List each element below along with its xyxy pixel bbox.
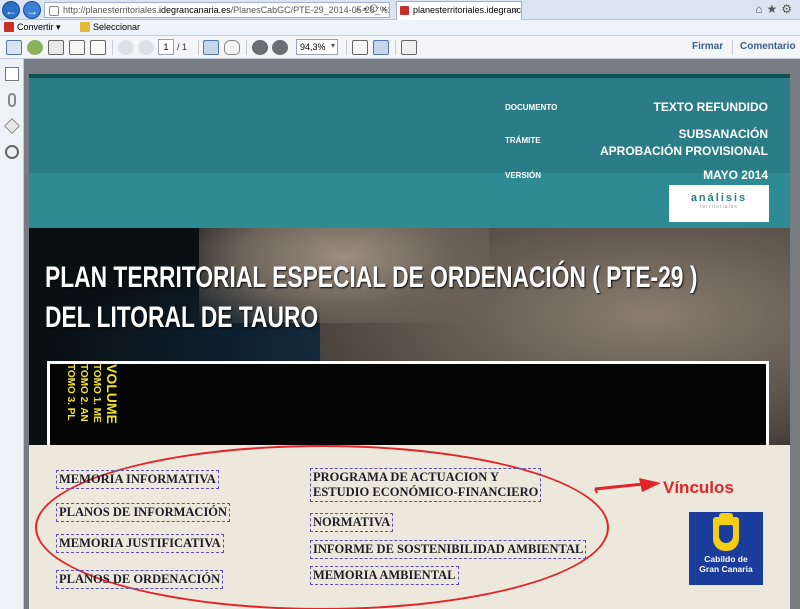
layers-icon[interactable]: [4, 118, 20, 134]
aerial-photo: PLAN TERRITORIAL ESPECIAL DE ORDENACIÓN …: [29, 228, 790, 445]
prev-page-icon[interactable]: [118, 40, 134, 55]
tab-title: planesterritoriales.idegranc...: [413, 5, 522, 15]
select-icon: [80, 22, 90, 32]
select-button[interactable]: Seleccionar: [80, 22, 140, 32]
volume-line: TOMO 2. AN: [78, 364, 89, 422]
print-icon[interactable]: [48, 40, 64, 55]
title-line-1: PLAN TERRITORIAL ESPECIAL DE ORDENACIÓN …: [45, 261, 698, 294]
attachment-icon[interactable]: [8, 93, 16, 107]
save-icon[interactable]: [6, 40, 22, 55]
title-line-2: DEL LITORAL DE TAURO: [45, 301, 319, 334]
meta-value-tramite-1: SUBSANACIÓN: [678, 127, 768, 141]
edit-icon[interactable]: [69, 40, 85, 55]
meta-value-version: MAYO 2014: [703, 168, 768, 182]
meta-value-documento: TEXTO REFUNDIDO: [653, 100, 768, 114]
page-number-input[interactable]: 1: [158, 39, 174, 55]
back-button[interactable]: ←: [2, 1, 20, 19]
volume-line: TOMO 1. ME: [91, 364, 102, 423]
analisis-logo: análisis territoriales: [669, 185, 769, 222]
browser-tab[interactable]: planesterritoriales.idegranc... ×: [396, 1, 522, 20]
link-planos-informacion[interactable]: PLANOS DE INFORMACIÓN: [56, 503, 231, 522]
links-area: MEMORIA INFORMATIVA PLANOS DE INFORMACIÓ…: [29, 445, 790, 609]
forward-button[interactable]: →: [23, 1, 41, 19]
sign-button[interactable]: Firmar: [692, 41, 723, 52]
logo-text: análisis: [690, 192, 748, 204]
cabildo-line-2: Gran Canaria: [699, 564, 753, 574]
link-memoria-informativa[interactable]: MEMORIA INFORMATIVA: [56, 470, 219, 489]
next-page-icon[interactable]: [138, 40, 154, 55]
zoom-in-icon[interactable]: [272, 40, 288, 55]
toolbar-separator: [246, 40, 247, 55]
browser-address-bar: ← → http://planesterritoriales.idegranca…: [0, 0, 800, 20]
binoculars-icon[interactable]: [5, 145, 19, 159]
cloud-upload-icon[interactable]: [27, 40, 43, 55]
url-domain: idegrancanaria.es: [159, 5, 231, 15]
zoom-select[interactable]: 94,3% ▾: [296, 39, 338, 55]
toolbar-separator: [346, 40, 347, 55]
comment-button[interactable]: Comentario: [740, 41, 796, 52]
meta-value-tramite-2: APROBACIÓN PROVISIONAL: [599, 144, 768, 158]
document-viewport[interactable]: DOCUMENTO TEXTO REFUNDIDO TRÁMITE SUBSAN…: [24, 59, 800, 609]
fit-page-icon[interactable]: [373, 40, 389, 55]
cabildo-logo: Cabildo de Gran Canaria: [689, 512, 763, 585]
cabildo-line-1: Cabildo de: [704, 554, 748, 564]
logo-subtext: territoriales: [700, 204, 738, 210]
volume-line: TOMO 3. PL: [65, 364, 76, 421]
annotation-vinculos: Vínculos: [663, 478, 734, 497]
pdf-page: DOCUMENTO TEXTO REFUNDIDO TRÁMITE SUBSAN…: [29, 74, 790, 609]
pdf-toolbar: 1 / 1 94,3% ▾ Firmar Comentario: [0, 36, 800, 59]
cabildo-text: Cabildo de Gran Canaria: [689, 554, 763, 574]
convert-icon: [4, 22, 14, 32]
link-memoria-justificativa[interactable]: MEMORIA JUSTIFICATIVA: [56, 534, 224, 553]
zoom-value: 94,3%: [300, 42, 326, 52]
link-line: PROGRAMA DE ACTUACION Y: [313, 470, 499, 484]
hand-tool-icon[interactable]: [224, 40, 240, 55]
plan-title: PLAN TERRITORIAL ESPECIAL DE ORDENACIÓN …: [45, 258, 697, 338]
volume-box: VOLUME TOMO 1. ME TOMO 2. AN TOMO 3. PL: [47, 361, 769, 445]
link-planos-ordenacion[interactable]: PLANOS DE ORDENACIÓN: [56, 570, 224, 589]
fit-width-icon[interactable]: [352, 40, 368, 55]
home-star-gear-icons[interactable]: ⌂★⚙: [755, 2, 796, 16]
shield-icon: [713, 513, 739, 551]
chevron-down-icon: ▾: [330, 41, 335, 50]
toolbar-separator: [198, 40, 199, 55]
toolbar-separator: [112, 40, 113, 55]
url-prefix: http://planesterritoriales.: [63, 5, 160, 15]
page-icon: [49, 6, 59, 16]
address-tools-icons[interactable]: ⌕ ▾ ⟳ ×: [356, 4, 387, 15]
volume-line: VOLUME: [104, 364, 120, 424]
navigation-panel: [0, 59, 24, 609]
volume-text: VOLUME TOMO 1. ME TOMO 2. AN TOMO 3. PL: [50, 364, 120, 445]
link-normativa[interactable]: NORMATIVA: [310, 513, 394, 532]
page-total: / 1: [177, 42, 188, 52]
zoom-out-icon[interactable]: [252, 40, 268, 55]
toolbar-separator: [732, 40, 733, 55]
link-informe-sostenibilidad[interactable]: INFORME DE SOSTENIBILIDAD AMBIENTAL: [310, 540, 587, 559]
link-programa-actuacion[interactable]: PROGRAMA DE ACTUACION Y ESTUDIO ECONÓMIC…: [310, 468, 542, 502]
email-icon[interactable]: [90, 40, 106, 55]
link-line: ESTUDIO ECONÓMICO-FINANCIERO: [313, 485, 539, 499]
command-bar: Convertir ▾ Seleccionar: [0, 20, 800, 36]
crown-icon: [719, 513, 733, 519]
address-input[interactable]: http://planesterritoriales.idegrancanari…: [44, 2, 390, 18]
convert-label: Convertir: [17, 22, 54, 32]
tab-close-icon[interactable]: ×: [513, 5, 518, 15]
pdf-icon: [400, 6, 409, 15]
convert-button[interactable]: Convertir ▾: [4, 22, 61, 33]
header-panel: DOCUMENTO TEXTO REFUNDIDO TRÁMITE SUBSAN…: [29, 78, 790, 228]
link-memoria-ambiental[interactable]: MEMORIA AMBIENTAL: [310, 566, 459, 585]
pages-icon[interactable]: [5, 67, 19, 81]
select-label: Seleccionar: [93, 22, 141, 32]
select-cursor-icon[interactable]: [203, 40, 219, 55]
shield-inner: [719, 525, 733, 543]
toolbar-separator: [395, 40, 396, 55]
fullscreen-icon[interactable]: [401, 40, 417, 55]
annotation-arrow: [594, 478, 661, 494]
